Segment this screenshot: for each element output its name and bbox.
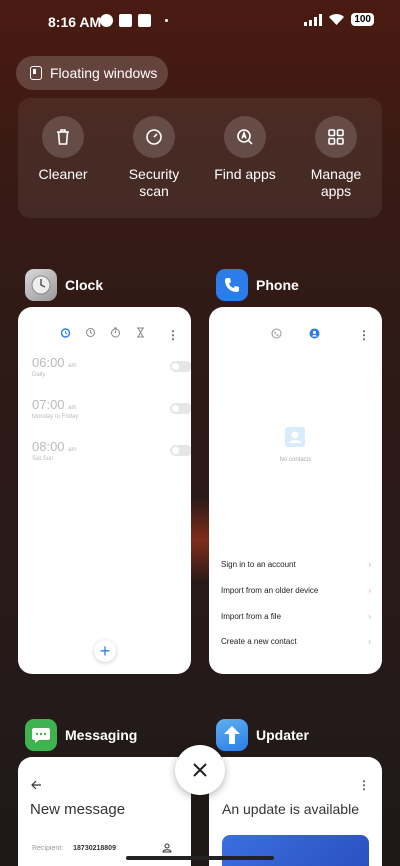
recipient-field[interactable]: Recipient: 18730218809: [32, 845, 116, 852]
no-contacts-text: No contacts: [279, 457, 312, 463]
recipient-value: 18730218809: [73, 845, 116, 852]
phone-app-card[interactable]: ⋮ No contacts Sign in to an account › Imp…: [209, 307, 382, 674]
manage-apps-label: Manage apps: [310, 166, 362, 199]
import-file-item[interactable]: Import from a file ›: [221, 612, 371, 621]
close-icon: [193, 763, 207, 777]
notification-upload-icon: [138, 14, 151, 27]
action-label: Create a new contact: [221, 637, 297, 646]
status-system-icons: 100: [304, 13, 374, 26]
chevron-right-icon: ›: [368, 586, 371, 595]
battery-indicator: 100: [351, 13, 374, 26]
status-bar: 8:16 AM 100: [0, 0, 400, 44]
stopwatch-tab-icon[interactable]: [110, 327, 121, 338]
more-notifications-dot-icon: [165, 19, 168, 22]
messaging-app-card[interactable]: New message Recipient: 18730218809: [18, 757, 191, 866]
floating-windows-button[interactable]: Floating windows: [16, 56, 168, 90]
alarm-toggle[interactable]: [170, 403, 191, 414]
alarm-row[interactable]: 08:00 am Sat Sun: [32, 439, 191, 462]
trash-icon: [57, 129, 69, 145]
cleaner-label: Cleaner: [38, 166, 88, 182]
alarm-time: 07:00: [32, 397, 65, 412]
alarm-row[interactable]: 07:00 am Monday to Friday: [32, 397, 191, 420]
quick-tools-panel: Cleaner Security scan Find apps Manage a…: [18, 98, 382, 218]
floating-window-icon: [30, 66, 42, 80]
chevron-right-icon: ›: [368, 612, 371, 621]
clock-app-header[interactable]: Clock: [25, 269, 103, 301]
updater-app-icon: [216, 719, 248, 751]
action-label: Import from an older device: [221, 586, 319, 595]
phone-app-icon: [216, 269, 248, 301]
updater-app-header[interactable]: Updater: [216, 719, 309, 751]
notification-app-icon: [100, 14, 113, 27]
security-scan-button[interactable]: Security scan: [109, 116, 199, 200]
update-banner: [222, 835, 369, 866]
home-indicator[interactable]: [126, 856, 274, 860]
alarm-ampm: am: [68, 405, 77, 411]
cleaner-button[interactable]: Cleaner: [18, 116, 108, 183]
chevron-right-icon: ›: [368, 560, 371, 569]
messaging-app-icon: [25, 719, 57, 751]
back-arrow-icon[interactable]: [31, 780, 42, 790]
phone-app-name: Phone: [256, 277, 299, 293]
alarm-repeat: Monday to Friday: [32, 414, 79, 420]
alarm-time: 06:00: [32, 355, 65, 370]
floating-windows-label: Floating windows: [50, 65, 158, 81]
alarm-repeat: Daily: [32, 372, 46, 378]
clear-all-button[interactable]: [175, 745, 225, 795]
wifi-icon: [329, 14, 345, 25]
recipient-label: Recipient:: [32, 845, 64, 852]
add-contact-icon[interactable]: [162, 843, 172, 853]
create-contact-item[interactable]: Create a new contact ›: [221, 637, 371, 646]
notification-square-icon: [119, 14, 132, 27]
alarm-repeat: Sat Sun: [32, 456, 54, 462]
status-time: 8:16 AM: [48, 14, 102, 30]
alarm-ampm: am: [68, 363, 77, 369]
find-apps-button[interactable]: Find apps: [200, 116, 290, 183]
new-message-title: New message: [30, 801, 126, 818]
empty-contacts-icon: [285, 427, 305, 447]
recents-tab-icon[interactable]: [271, 328, 282, 339]
updater-more-options-icon[interactable]: ⋮: [358, 778, 370, 792]
clock-tab-bar: [60, 327, 146, 338]
action-label: Sign in to an account: [221, 560, 296, 569]
phone-app-header[interactable]: Phone: [216, 269, 299, 301]
phone-more-options-icon[interactable]: ⋮: [358, 328, 370, 342]
find-apps-icon: [237, 129, 253, 145]
alarm-toggle[interactable]: [170, 361, 191, 372]
update-available-title: An update is available: [222, 801, 359, 817]
status-notification-icons: [100, 14, 168, 27]
updater-app-name: Updater: [256, 727, 309, 743]
grid-icon: [328, 129, 344, 145]
signal-icon: [304, 13, 323, 26]
alarm-tab-icon[interactable]: [60, 327, 71, 338]
messaging-app-header[interactable]: Messaging: [25, 719, 137, 751]
alarm-time: 08:00: [32, 439, 65, 454]
alarm-row[interactable]: 06:00 am Daily: [32, 355, 191, 378]
world-clock-tab-icon[interactable]: [85, 327, 96, 338]
shield-icon: [146, 129, 162, 145]
chevron-right-icon: ›: [368, 637, 371, 646]
add-alarm-button[interactable]: +: [94, 640, 116, 662]
clock-app-card[interactable]: ⋮ 06:00 am Daily 07:00 am Monday to Frid…: [18, 307, 191, 674]
import-older-device-item[interactable]: Import from an older device ›: [221, 586, 371, 595]
action-label: Import from a file: [221, 612, 282, 621]
contacts-tab-icon[interactable]: [309, 328, 320, 339]
alarm-ampm: am: [68, 447, 77, 453]
clock-app-icon: [25, 269, 57, 301]
find-apps-label: Find apps: [214, 166, 276, 182]
alarm-toggle[interactable]: [170, 445, 191, 456]
sign-in-account-item[interactable]: Sign in to an account ›: [221, 560, 371, 569]
messaging-app-name: Messaging: [65, 727, 138, 743]
clock-more-options-icon[interactable]: ⋮: [167, 328, 179, 342]
manage-apps-button[interactable]: Manage apps: [291, 116, 381, 200]
clock-app-name: Clock: [65, 277, 104, 293]
updater-app-card[interactable]: ⋮ An update is available: [209, 757, 382, 866]
security-scan-label: Security scan: [128, 166, 180, 199]
timer-tab-icon[interactable]: [135, 327, 146, 338]
